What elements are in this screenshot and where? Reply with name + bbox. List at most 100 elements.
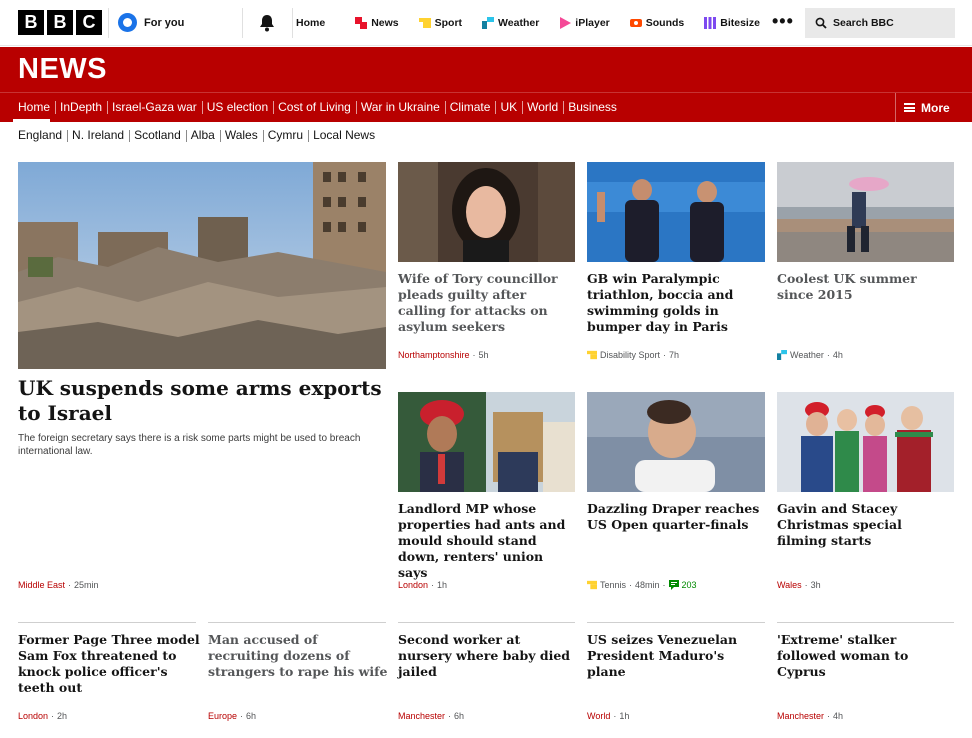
topic-tag[interactable]: Middle East	[18, 580, 65, 590]
search-box[interactable]: Search BBC	[805, 8, 955, 38]
nav-weather[interactable]: Weather	[482, 17, 539, 29]
story-image-paralympic-triathlon	[587, 162, 765, 262]
topic-tag[interactable]: London	[398, 580, 428, 590]
section-nav-item[interactable]: Climate	[444, 93, 496, 122]
bbc-logo[interactable]: B B C	[18, 10, 102, 35]
story-headline[interactable]: Second worker at nursery where baby died…	[398, 632, 575, 680]
bitesize-icon	[704, 17, 717, 29]
story-meta: Europe · 6h	[208, 711, 256, 721]
more-label: More	[921, 100, 950, 115]
separator: ·	[448, 711, 452, 721]
news-banner: NEWS	[0, 47, 972, 92]
section-nav-items: Home InDepth Israel-Gaza war US election Cos…	[13, 93, 622, 122]
topic-tag[interactable]: Disability Sport	[600, 350, 660, 360]
for-you-label: For you	[144, 16, 185, 29]
separator: ·	[826, 350, 830, 360]
regional-nav-item[interactable]: Alba	[185, 128, 220, 142]
regional-nav-item[interactable]: Wales	[219, 128, 263, 142]
section-nav-item[interactable]: InDepth	[55, 93, 107, 122]
comment-count[interactable]: 203	[682, 580, 697, 590]
topic-tag[interactable]: Tennis	[600, 580, 626, 590]
for-you-button[interactable]: For you	[118, 13, 184, 32]
regional-nav-item[interactable]: N. Ireland	[67, 128, 129, 142]
topic-tag[interactable]: Manchester	[398, 711, 445, 721]
story-headline[interactable]: US seizes Venezuelan President Maduro's …	[587, 632, 765, 680]
story-headline[interactable]: Former Page Three model Sam Fox threaten…	[18, 632, 200, 696]
notifications-bell-icon[interactable]	[257, 13, 277, 33]
story-meta: London · 1h	[398, 580, 447, 590]
global-nav: B B C For you Home News Sport Weather iP…	[0, 0, 972, 46]
nav-home[interactable]: Home	[296, 17, 325, 29]
regional-nav: England N. Ireland Scotland Alba Wales Cymru L…	[13, 124, 380, 146]
story-headline[interactable]: Landlord MP whose properties had ants an…	[398, 501, 575, 581]
more-menu-dots[interactable]: •••	[772, 12, 794, 30]
separator: ·	[827, 711, 831, 721]
topic-tag[interactable]: Europe	[208, 711, 237, 721]
account-icon	[118, 13, 137, 32]
nav-bitesize[interactable]: Bitesize	[704, 17, 760, 29]
sport-icon	[587, 580, 597, 590]
regional-nav-item[interactable]: Scotland	[129, 128, 186, 142]
divider	[208, 622, 386, 623]
comments-icon	[668, 580, 679, 590]
nav-sounds[interactable]: Sounds	[629, 17, 684, 29]
logo-letter: B	[47, 10, 73, 35]
section-nav-item[interactable]: US election	[201, 93, 273, 122]
separator: ·	[662, 580, 666, 590]
search-icon	[815, 17, 827, 29]
divider	[18, 622, 196, 623]
story-headline[interactable]: Gavin and Stacey Christmas special filmi…	[777, 501, 954, 549]
section-nav-item[interactable]: Israel-Gaza war	[107, 93, 202, 122]
news-wordmark[interactable]: NEWS	[18, 53, 107, 86]
section-nav-item[interactable]: World	[522, 93, 563, 122]
divider	[587, 622, 765, 623]
global-nav-links: Home News Sport Weather iPlayer Sounds B…	[296, 0, 780, 46]
topic-tag[interactable]: Manchester	[777, 711, 824, 721]
story-headline[interactable]: Wife of Tory councillor pleads guilty af…	[398, 271, 575, 335]
topic-tag[interactable]: World	[587, 711, 610, 721]
timestamp: 5h	[478, 350, 489, 360]
regional-nav-item[interactable]: Cymru	[262, 128, 308, 142]
nav-weather-label: Weather	[498, 17, 540, 29]
story-headline[interactable]: 'Extreme' stalker followed woman to Cypr…	[777, 632, 954, 680]
topic-tag[interactable]: London	[18, 711, 48, 721]
section-nav-item[interactable]: Business	[563, 93, 622, 122]
lead-summary: The foreign secretary says there is a ri…	[18, 433, 361, 457]
section-nav-item[interactable]: UK	[495, 93, 522, 122]
timestamp: 25min	[74, 580, 99, 590]
nav-iplayer-label: iPlayer	[575, 17, 610, 29]
nav-bitesize-label: Bitesize	[720, 17, 760, 29]
timestamp: 3h	[810, 580, 821, 590]
section-nav-item[interactable]: Home	[13, 93, 55, 122]
regional-nav-item[interactable]: Local News	[308, 128, 380, 142]
timestamp: 48min	[635, 580, 660, 590]
topic-tag[interactable]: Weather	[790, 350, 824, 360]
news-icon	[355, 17, 368, 29]
nav-iplayer[interactable]: iPlayer	[559, 17, 610, 29]
topic-tag[interactable]: Wales	[777, 580, 802, 590]
nav-sport[interactable]: Sport	[418, 17, 463, 29]
story-meta: World · 1h	[587, 711, 629, 721]
topic-tag[interactable]: Northamptonshire	[398, 350, 470, 360]
timestamp: 6h	[246, 711, 257, 721]
regional-nav-item[interactable]: England	[13, 128, 67, 142]
lead-headline[interactable]: UK suspends some arms exports to Israel	[18, 376, 388, 426]
section-nav-item[interactable]: Cost of Living	[273, 93, 356, 122]
divider	[398, 622, 575, 623]
story-headline[interactable]: GB win Paralympic triathlon, boccia and …	[587, 271, 765, 335]
story-headline[interactable]: Dazzling Draper reaches US Open quarter-…	[587, 501, 765, 533]
nav-news[interactable]: News	[355, 17, 399, 29]
separator: ·	[68, 580, 72, 590]
story-headline[interactable]: Coolest UK summer since 2015	[777, 271, 954, 303]
story-meta: Northamptonshire · 5h	[398, 350, 489, 360]
separator: ·	[240, 711, 244, 721]
story-headline[interactable]: Man accused of recruiting dozens of stra…	[208, 632, 388, 680]
story-meta: Weather · 4h	[777, 350, 843, 360]
nav-sport-label: Sport	[434, 17, 463, 29]
divider	[108, 8, 109, 38]
timestamp: 4h	[832, 350, 843, 360]
section-nav: Home InDepth Israel-Gaza war US election Cos…	[0, 92, 972, 122]
timestamp: 1h	[437, 580, 448, 590]
section-nav-item[interactable]: War in Ukraine	[355, 93, 445, 122]
more-sections-button[interactable]: More	[895, 93, 972, 122]
